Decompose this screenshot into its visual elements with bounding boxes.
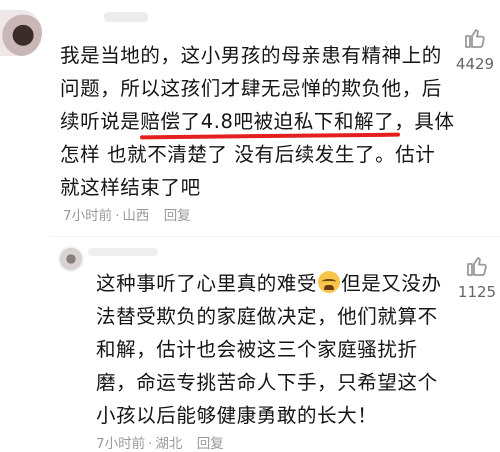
comment-location: 山西 — [122, 208, 150, 224]
comment-line: 和解，估计也会被这三个家庭骚扰折 — [96, 338, 418, 361]
comment-meta: 7小时前 · 山西 回复 — [63, 204, 191, 224]
comment-line: 我是当地的，这小男孩的母亲患有精神上的 — [60, 44, 442, 67]
comment-text: 我是当地的，这小男孩的母亲患有精神上的 问题，所以这孩们才肆无忌惮的欺负他，后 … — [60, 39, 455, 204]
thumbs-up-icon — [467, 257, 487, 276]
comment-line: 怎样 也就不清楚了 没有后续发生了。估计 — [60, 143, 436, 166]
like-count: 1125 — [457, 283, 497, 301]
comment-line: 问题，所以这孩们才肆无忌惮的欺负他，后 — [60, 77, 442, 100]
crying-face-emoji — [318, 271, 341, 293]
red-underlined-text: 赔偿了4.8吧被迫私下和解了 — [140, 110, 395, 133]
comment-line: 这种事听了心里真的难受 但是又没办 — [96, 267, 442, 300]
like-button[interactable]: 4429 — [452, 26, 498, 73]
like-button[interactable]: 1125 — [455, 254, 499, 301]
comment-line-segment: 但是又没办 — [341, 272, 442, 295]
comment-divider — [50, 236, 500, 237]
comment-line: 续听说是赔偿了4.8吧被迫私下和解了，具体 — [60, 105, 455, 138]
separator-dot: · — [115, 208, 120, 224]
thumbs-up-icon — [465, 29, 485, 48]
like-count: 4429 — [455, 55, 495, 73]
username-blurred — [88, 248, 158, 256]
avatar[interactable] — [58, 246, 84, 272]
comment-line-segment: ，具体 — [394, 110, 455, 133]
comment-line: 法替受欺负的家庭做决定，他们就算不 — [96, 305, 438, 328]
username-blurred — [104, 12, 148, 22]
avatar[interactable] — [0, 10, 42, 56]
comment-line-segment: 这种事听了心里真的难受 — [96, 272, 318, 295]
comment-line: 小孩以后能够健康勇敢的长大！ — [96, 404, 378, 427]
comment-line: 就这样结束了吧 — [60, 176, 201, 199]
comment-line-segment: 续听说是 — [60, 110, 141, 133]
comment-line: 磨，命运专挑苦命人下手，只希望这个 — [96, 371, 438, 394]
comment-meta: 7小时前 · 湖北 回复 — [96, 432, 224, 452]
comment-time: 7小时前 — [63, 208, 113, 224]
reply-button[interactable]: 回复 — [164, 208, 191, 224]
comment-text: 这种事听了心里真的难受 但是又没办 法替受欺负的家庭做决定，他们就算不 和解，估计… — [96, 267, 442, 432]
